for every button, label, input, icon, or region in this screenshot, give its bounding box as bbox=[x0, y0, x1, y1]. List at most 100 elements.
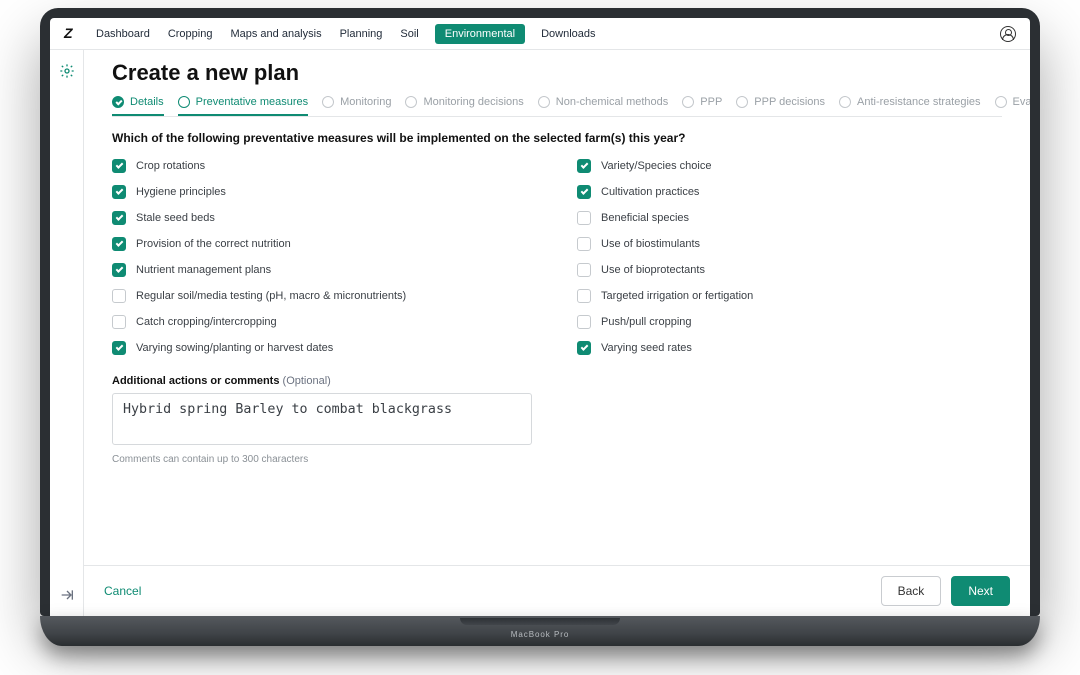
checkbox-icon bbox=[577, 159, 591, 173]
nav-item-maps-and-analysis[interactable]: Maps and analysis bbox=[228, 24, 323, 44]
comments-label: Additional actions or comments (Optional… bbox=[112, 375, 1002, 387]
measure-label: Stale seed beds bbox=[136, 212, 215, 224]
step-tabs: Details Preventative measures Monitoring Mo… bbox=[112, 96, 1002, 117]
measure-label: Variety/Species choice bbox=[601, 160, 711, 172]
next-button[interactable]: Next bbox=[951, 576, 1010, 606]
step-label: Non-chemical methods bbox=[556, 96, 669, 108]
step-label: Monitoring decisions bbox=[423, 96, 523, 108]
measure-label: Catch cropping/intercropping bbox=[136, 316, 277, 328]
step-non-chemical-methods[interactable]: Non-chemical methods bbox=[538, 96, 669, 116]
step-monitoring-decisions[interactable]: Monitoring decisions bbox=[405, 96, 523, 116]
step-indicator-icon bbox=[322, 96, 334, 108]
measure-label: Use of biostimulants bbox=[601, 238, 700, 250]
app-logo-icon: Z bbox=[64, 26, 80, 42]
checkbox-icon bbox=[112, 263, 126, 277]
step-indicator-icon bbox=[112, 96, 124, 108]
user-account-icon[interactable] bbox=[1000, 26, 1016, 42]
side-rail bbox=[50, 50, 84, 616]
checkbox-icon bbox=[577, 341, 591, 355]
measures-grid: Crop rotations Hygiene principles Stale se… bbox=[112, 159, 1002, 355]
measure-hygiene-principles[interactable]: Hygiene principles bbox=[112, 185, 537, 199]
step-label: Preventative measures bbox=[196, 96, 309, 108]
page-title: Create a new plan bbox=[112, 60, 1002, 86]
step-monitoring[interactable]: Monitoring bbox=[322, 96, 391, 116]
measure-label: Use of bioprotectants bbox=[601, 264, 705, 276]
measure-use-of-bioprotectants[interactable]: Use of bioprotectants bbox=[577, 263, 1002, 277]
main-panel: Create a new plan Details Preventative me… bbox=[84, 50, 1030, 616]
checkbox-icon bbox=[112, 289, 126, 303]
app-screen: Z Dashboard Cropping Maps and analysis Plan… bbox=[50, 18, 1030, 616]
checkbox-icon bbox=[577, 263, 591, 277]
wizard-footer: Cancel Back Next bbox=[84, 565, 1030, 616]
back-button[interactable]: Back bbox=[881, 576, 942, 606]
checkbox-icon bbox=[577, 289, 591, 303]
measure-cultivation-practices[interactable]: Cultivation practices bbox=[577, 185, 1002, 199]
step-indicator-icon bbox=[178, 96, 190, 108]
measure-varying-seed-rates[interactable]: Varying seed rates bbox=[577, 341, 1002, 355]
laptop-mockup: Z Dashboard Cropping Maps and analysis Plan… bbox=[40, 8, 1040, 646]
step-label: PPP bbox=[700, 96, 722, 108]
checkbox-icon bbox=[112, 185, 126, 199]
measure-variety-species-choice[interactable]: Variety/Species choice bbox=[577, 159, 1002, 173]
nav-item-cropping[interactable]: Cropping bbox=[166, 24, 215, 44]
measure-provision-of-the-correct-nutrition[interactable]: Provision of the correct nutrition bbox=[112, 237, 537, 251]
checkbox-icon bbox=[577, 185, 591, 199]
measure-label: Varying seed rates bbox=[601, 342, 692, 354]
step-indicator-icon bbox=[995, 96, 1007, 108]
step-ppp-decisions[interactable]: PPP decisions bbox=[736, 96, 825, 116]
cancel-button[interactable]: Cancel bbox=[104, 584, 141, 598]
nav-item-downloads[interactable]: Downloads bbox=[539, 24, 597, 44]
plan-wizard-icon[interactable] bbox=[54, 58, 80, 84]
step-indicator-icon bbox=[682, 96, 694, 108]
form-question: Which of the following preventative meas… bbox=[112, 131, 1002, 145]
measure-label: Provision of the correct nutrition bbox=[136, 238, 291, 250]
measure-nutrient-management-plans[interactable]: Nutrient management plans bbox=[112, 263, 537, 277]
step-indicator-icon bbox=[839, 96, 851, 108]
nav-item-environmental[interactable]: Environmental bbox=[435, 24, 525, 44]
measure-stale-seed-beds[interactable]: Stale seed beds bbox=[112, 211, 537, 225]
measure-label: Regular soil/media testing (pH, macro & … bbox=[136, 290, 406, 302]
step-indicator-icon bbox=[538, 96, 550, 108]
measure-targeted-irrigation-or-fertigation[interactable]: Targeted irrigation or fertigation bbox=[577, 289, 1002, 303]
step-indicator-icon bbox=[736, 96, 748, 108]
step-indicator-icon bbox=[405, 96, 417, 108]
laptop-base: MacBook Pro bbox=[40, 616, 1040, 646]
nav-item-dashboard[interactable]: Dashboard bbox=[94, 24, 152, 44]
step-label: Monitoring bbox=[340, 96, 391, 108]
screen-bezel: Z Dashboard Cropping Maps and analysis Plan… bbox=[40, 8, 1040, 616]
comments-hint: Comments can contain up to 300 character… bbox=[112, 454, 1002, 465]
step-details[interactable]: Details bbox=[112, 96, 164, 116]
checkbox-icon bbox=[112, 315, 126, 329]
checkbox-icon bbox=[112, 341, 126, 355]
step-preventative-measures[interactable]: Preventative measures bbox=[178, 96, 309, 116]
step-label: PPP decisions bbox=[754, 96, 825, 108]
measure-crop-rotations[interactable]: Crop rotations bbox=[112, 159, 537, 173]
checkbox-icon bbox=[577, 315, 591, 329]
measure-label: Nutrient management plans bbox=[136, 264, 271, 276]
measure-regular-soil-media-testing-ph-macro-micronutrients-[interactable]: Regular soil/media testing (pH, macro & … bbox=[112, 289, 537, 303]
step-label: Details bbox=[130, 96, 164, 108]
comments-input[interactable]: Hybrid spring Barley to combat blackgras… bbox=[112, 393, 532, 445]
measure-beneficial-species[interactable]: Beneficial species bbox=[577, 211, 1002, 225]
step-anti-resistance-strategies[interactable]: Anti-resistance strategies bbox=[839, 96, 981, 116]
measure-label: Push/pull cropping bbox=[601, 316, 692, 328]
measure-label: Hygiene principles bbox=[136, 186, 226, 198]
step-label: Evaluation bbox=[1013, 96, 1030, 108]
checkbox-icon bbox=[112, 237, 126, 251]
measure-label: Cultivation practices bbox=[601, 186, 699, 198]
nav-item-soil[interactable]: Soil bbox=[398, 24, 420, 44]
measure-push-pull-cropping[interactable]: Push/pull cropping bbox=[577, 315, 1002, 329]
step-ppp[interactable]: PPP bbox=[682, 96, 722, 116]
checkbox-icon bbox=[577, 237, 591, 251]
nav-item-planning[interactable]: Planning bbox=[338, 24, 385, 44]
measure-varying-sowing-planting-or-harvest-dates[interactable]: Varying sowing/planting or harvest dates bbox=[112, 341, 537, 355]
measure-label: Beneficial species bbox=[601, 212, 689, 224]
measure-label: Varying sowing/planting or harvest dates bbox=[136, 342, 333, 354]
checkbox-icon bbox=[112, 159, 126, 173]
measure-catch-cropping-intercropping[interactable]: Catch cropping/intercropping bbox=[112, 315, 537, 329]
measure-use-of-biostimulants[interactable]: Use of biostimulants bbox=[577, 237, 1002, 251]
measure-label: Targeted irrigation or fertigation bbox=[601, 290, 753, 302]
checkbox-icon bbox=[112, 211, 126, 225]
collapse-rail-icon[interactable] bbox=[54, 582, 80, 608]
step-evaluation[interactable]: Evaluation bbox=[995, 96, 1030, 116]
